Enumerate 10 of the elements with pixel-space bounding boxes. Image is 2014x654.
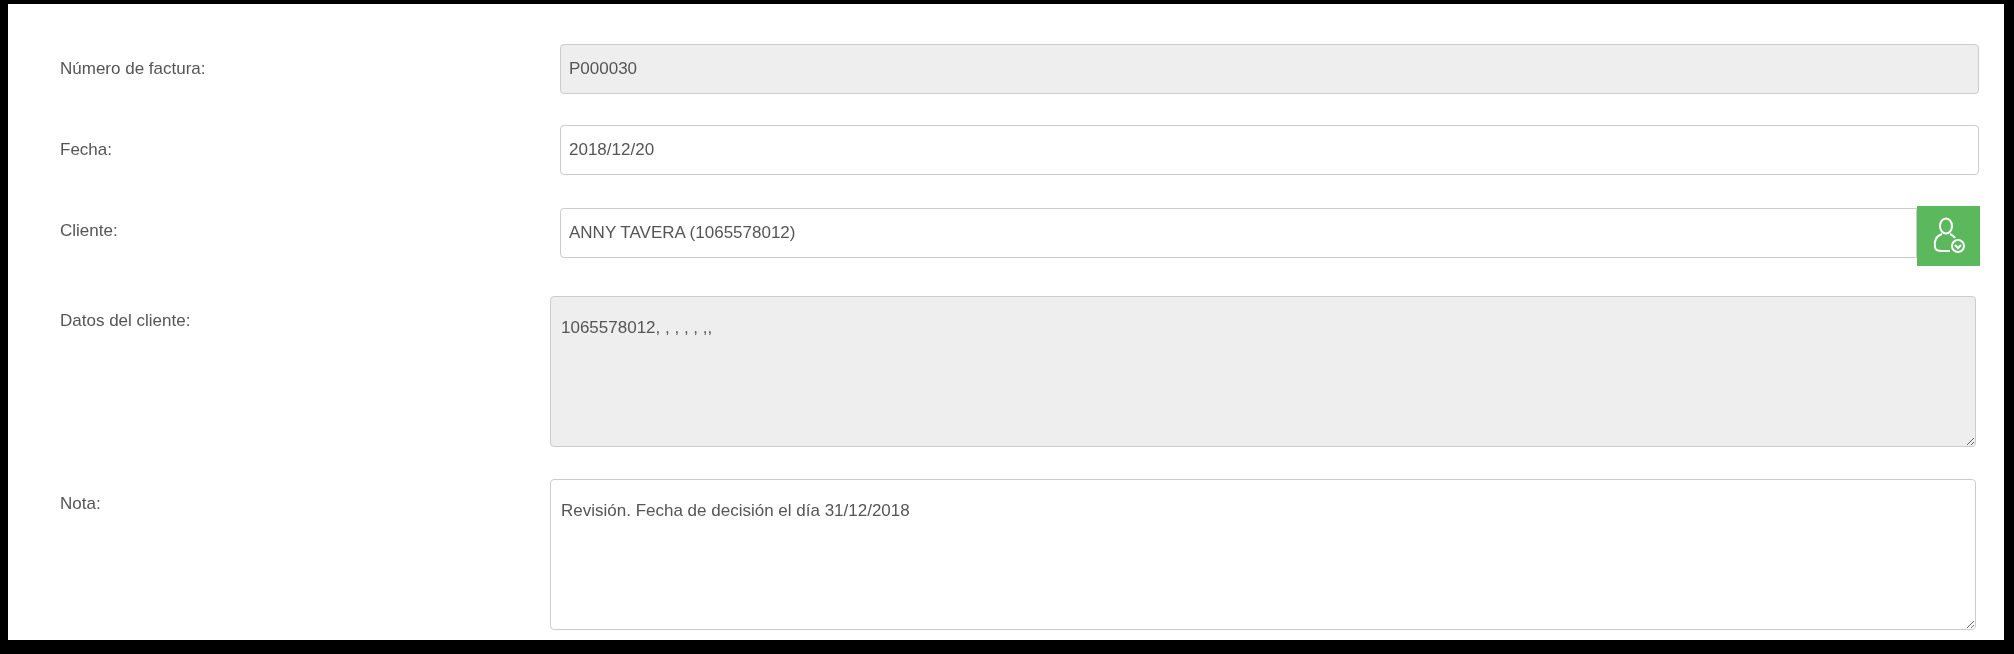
field-label: Número de factura:: [59, 58, 207, 80]
field-label: Datos del cliente:: [59, 310, 192, 332]
input-field[interactable]: ANNY TAVERA (1065578012): [560, 208, 1917, 258]
field-label: Cliente:: [59, 220, 119, 242]
text-area[interactable]: Revisión. Fecha de decisión el día 31/12/2018: [550, 479, 1976, 630]
field-label: Nota:: [59, 493, 102, 515]
field-label: Fecha:: [59, 139, 113, 161]
input-field[interactable]: 2018/12/20: [560, 125, 1979, 175]
select-client-button[interactable]: [1917, 206, 1980, 266]
user-icon: [1931, 217, 1966, 255]
